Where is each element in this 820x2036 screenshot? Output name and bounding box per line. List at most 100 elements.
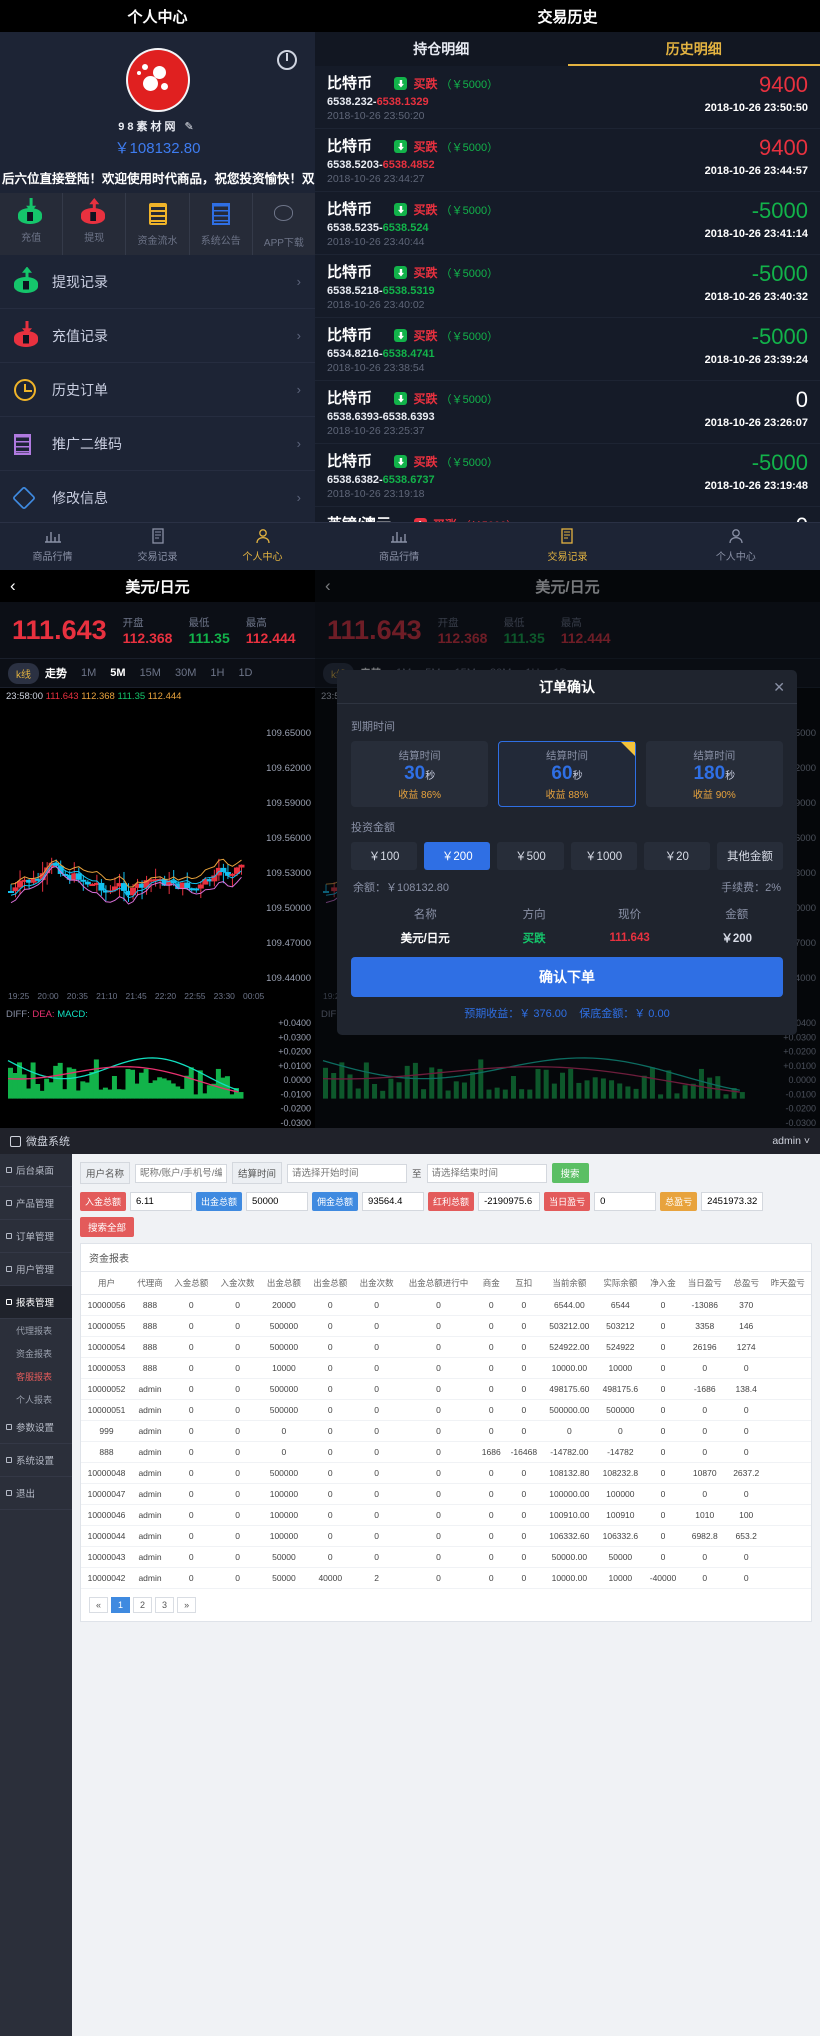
sidebar-item-9[interactable]: 参数设置 [0,1411,72,1444]
amount-option-100[interactable]: ￥100 [351,842,418,870]
menu-item-history-orders[interactable]: 历史订单 › [0,363,315,417]
table-row[interactable]: 比特币 买跌 （￥5000） 6538.232-6538.1329 2018-1… [315,66,820,129]
sidebar-item-11[interactable]: 退出 [0,1477,72,1510]
table-row[interactable]: 10000044 admin 0 0 100000 0 0 0 0 0 106332.60 10633… [81,1525,811,1547]
nav-item-records[interactable]: 交易记录 [483,523,651,570]
sidebar-item-8[interactable]: 个人报表 [0,1388,72,1411]
table-row[interactable]: 10000053 888 0 0 10000 0 0 0 0 0 10000.00 10000 0 0 0 [81,1357,811,1379]
table-row[interactable]: 10000054 888 0 0 500000 0 0 0 0 0 524922.00 524922 0… [81,1336,811,1358]
power-icon[interactable] [277,50,297,70]
svg-text:109.56000: 109.56000 [266,833,311,844]
interval-1d[interactable]: 1D [238,667,252,679]
column-header: 用户 [81,1272,133,1295]
table-cell: 0 [505,1504,543,1526]
page-button[interactable]: « [89,1597,109,1613]
interval-30m[interactable]: 30M [175,667,196,679]
table-row[interactable]: 比特币 买跌 （￥5000） 6538.6393-6538.6393 2018-… [315,381,820,444]
table-row[interactable]: 10000046 admin 0 0 100000 0 0 0 0 0 100910.00 10091… [81,1504,811,1526]
amount-option-20[interactable]: ￥20 [643,842,710,870]
sidebar-item-4[interactable]: 报表管理 [0,1286,72,1319]
filter-time-from-input[interactable] [287,1163,408,1183]
macd-chart[interactable]: +0.0400 +0.0300 +0.0200 +0.0100 0.0000 -0.010… [0,1005,315,1135]
nav-item-market[interactable]: 商品行情 [315,523,483,570]
table-row[interactable]: 比特币 买跌 （￥5000） 6538.6382-6538.6737 2018-… [315,444,820,507]
quick-action-ledger[interactable]: 资金流水 [126,193,190,255]
nav-item-user[interactable]: 个人中心 [652,523,820,570]
table-row[interactable]: 10000051 admin 0 0 500000 0 0 0 0 0 500000.00 50000… [81,1399,811,1421]
tab-history[interactable]: 历史明细 [567,32,820,66]
table-row[interactable]: 10000042 admin 0 0 50000 40000 2 0 0 0 10000.00 100… [81,1567,811,1589]
nav-item-user[interactable]: 个人中心 [210,523,315,570]
table-row[interactable]: 10000048 admin 0 0 500000 0 0 0 0 0 108132.80 10823… [81,1462,811,1484]
filter-time-to-input[interactable] [426,1163,547,1183]
interval-1m[interactable]: 1M [81,667,96,679]
back-chevron-icon[interactable]: ‹ [10,576,16,596]
expiry-option-60[interactable]: 结算时间 60秒 收益 88% [498,741,636,807]
quick-action-app-download[interactable]: APP下载 [253,193,315,255]
quick-action-label: 充值 [21,233,42,244]
table-row[interactable]: 10000043 admin 0 0 50000 0 0 0 0 0 50000.00 50000 0 0… [81,1546,811,1568]
table-cell: 10000051 [81,1399,133,1421]
export-all-button[interactable]: 搜索全部 [80,1217,135,1237]
mode-trend[interactable]: 走势 [45,665,67,681]
table-row[interactable]: 999 admin 0 0 0 0 0 0 0 0 0 0 0 0 0 [81,1420,811,1442]
sidebar-item-5[interactable]: 代理报表 [0,1319,72,1342]
page-button[interactable]: 3 [155,1597,175,1613]
amount-option-other[interactable]: 其他金额 [716,842,784,870]
table-row[interactable]: 比特币 买跌 （￥5000） 6538.5203-6538.4852 2018-… [315,129,820,192]
sidebar-item-1[interactable]: 产品管理 [0,1187,72,1220]
nav-item-market[interactable]: 商品行情 [0,523,105,570]
page-button[interactable]: 2 [133,1597,153,1613]
table-row[interactable]: 888 admin 0 0 0 0 0 0 1686 -16468 -14782.00 -14782 0… [81,1441,811,1463]
table-row[interactable]: 10000047 admin 0 0 100000 0 0 0 0 0 100000.00 10000… [81,1483,811,1505]
candlestick-chart[interactable]: 109.65000 109.62000 109.59000 109.56000 109.… [0,705,315,1005]
avatar[interactable] [127,50,188,110]
search-button[interactable]: 搜索 [551,1163,589,1183]
sidebar-item-3[interactable]: 用户管理 [0,1253,72,1286]
direction-label: 买跌 [413,77,438,91]
table-cell: 0 [477,1504,506,1526]
sidebar-item-0[interactable]: 后台桌面 [0,1154,72,1187]
quick-action-announcement[interactable]: 系统公告 [190,193,253,255]
table-row[interactable]: 比特币 买跌 （￥5000） 6538.5235-6538.524 2018-1… [315,192,820,255]
sidebar-item-6[interactable]: 资金报表 [0,1342,72,1365]
amount-option-200[interactable]: ￥200 [424,842,491,870]
amount-option-500[interactable]: ￥500 [497,842,564,870]
tab-positions[interactable]: 持仓明细 [315,32,568,66]
table-row[interactable]: 比特币 买跌 （￥5000） 6534.8216-6538.4741 2018-… [315,318,820,381]
admin-account[interactable]: admin ˅ [772,1135,810,1147]
interval-5m[interactable]: 5M [110,667,125,679]
quick-action-withdraw[interactable]: 提现 [63,193,127,255]
expiry-option-30[interactable]: 结算时间 30秒 收益 86% [351,741,489,807]
page-button[interactable]: » [177,1597,197,1613]
menu-item-edit-info[interactable]: 修改信息 › [0,471,315,525]
sidebar-item-10[interactable]: 系统设置 [0,1444,72,1477]
menu-item-withdraw-record[interactable]: 提现记录 › [0,255,315,309]
menu-item-deposit-record[interactable]: 充值记录 › [0,309,315,363]
sidebar-item-label: 订单管理 [16,1232,55,1243]
table-row[interactable]: 10000056 888 0 0 20000 0 0 0 0 0 6544.00 6544 0 -1308… [81,1294,811,1316]
table-cell [764,1315,811,1337]
amount-option-1000[interactable]: ￥1000 [570,842,637,870]
close-icon[interactable]: ✕ [773,670,785,704]
pencil-icon[interactable]: ✎ [185,120,197,133]
table-cell: 0 [168,1504,215,1526]
sidebar-item-2[interactable]: 订单管理 [0,1220,72,1253]
table-row[interactable]: 比特币 买跌 （￥5000） 6538.5218-6538.5319 2018-… [315,255,820,318]
page-button[interactable]: 1 [111,1597,131,1613]
nav-item-records[interactable]: 交易记录 [105,523,210,570]
interval-15m[interactable]: 15M [140,667,161,679]
sidebar-item-7[interactable]: 客服报表 [0,1365,72,1388]
expiry-option-180[interactable]: 结算时间 180秒 收益 90% [645,741,783,807]
menu-item-label: 推广二维码 [52,435,122,452]
filter-user-input[interactable] [135,1163,228,1183]
instrument-name: 比特币 [327,75,373,92]
table-cell: 50000 [260,1567,308,1589]
quick-action-deposit[interactable]: 充值 [0,193,64,255]
menu-item-promo-qrcode[interactable]: 推广二维码 › [0,417,315,471]
table-row[interactable]: 10000055 888 0 0 500000 0 0 0 0 0 503212.00 503212 0… [81,1315,811,1337]
table-row[interactable]: 10000052 admin 0 0 500000 0 0 0 0 0 498175.60 49817… [81,1378,811,1400]
submit-order-button[interactable]: 确认下单 [351,957,783,997]
mode-kline[interactable]: k线 [8,662,39,684]
interval-1h[interactable]: 1H [210,667,224,679]
